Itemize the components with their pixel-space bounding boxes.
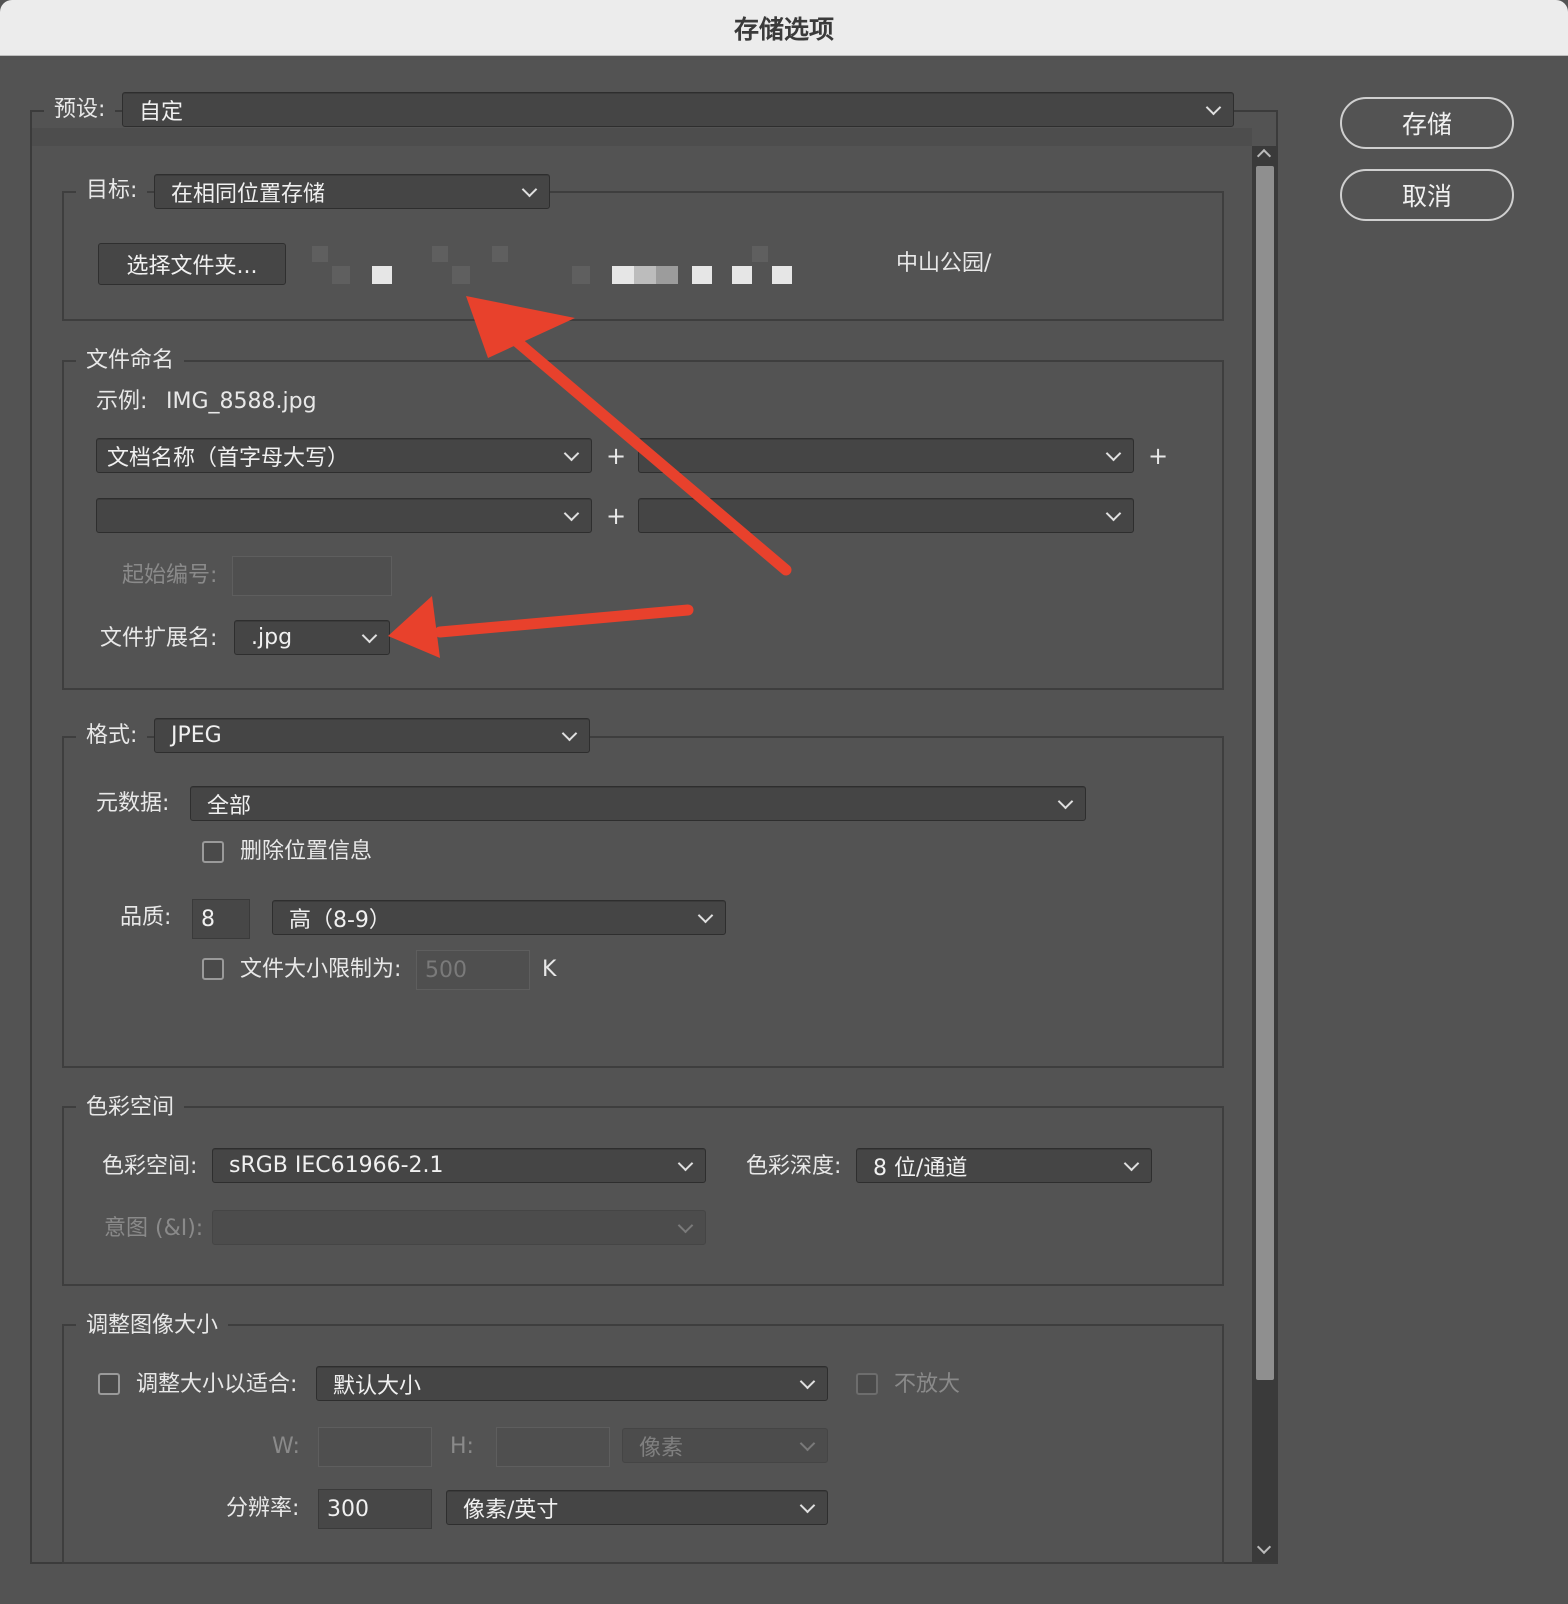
annotation-arrows	[388, 296, 792, 658]
annotation-arrow	[388, 596, 694, 658]
annotation-arrow	[466, 296, 792, 576]
